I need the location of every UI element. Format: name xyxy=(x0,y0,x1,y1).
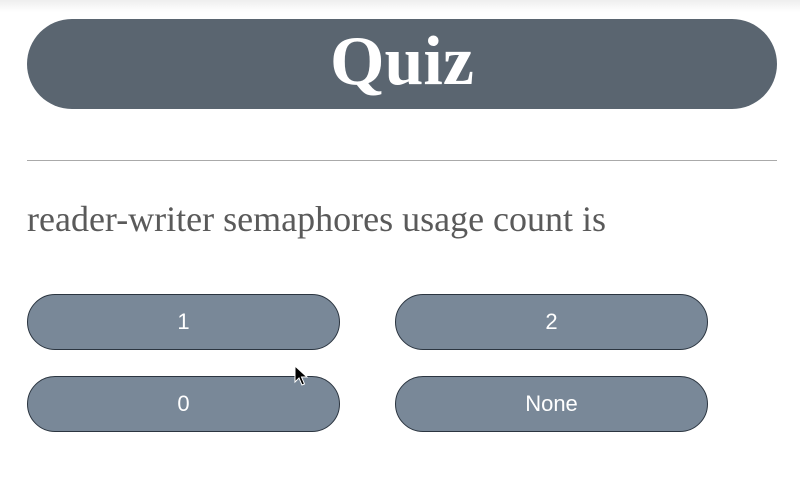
page-title: Quiz xyxy=(330,23,474,100)
answer-button-2[interactable]: 2 xyxy=(395,294,708,350)
quiz-header: Quiz xyxy=(27,19,777,109)
question-text: reader-writer semaphores usage count is xyxy=(27,199,607,239)
top-fade xyxy=(0,0,800,12)
divider xyxy=(27,160,777,161)
answer-button-1[interactable]: 1 xyxy=(27,294,340,350)
answer-options: 1 2 0 None xyxy=(27,294,708,432)
mouse-pointer-icon xyxy=(294,365,308,386)
answer-button-none[interactable]: None xyxy=(395,376,708,432)
